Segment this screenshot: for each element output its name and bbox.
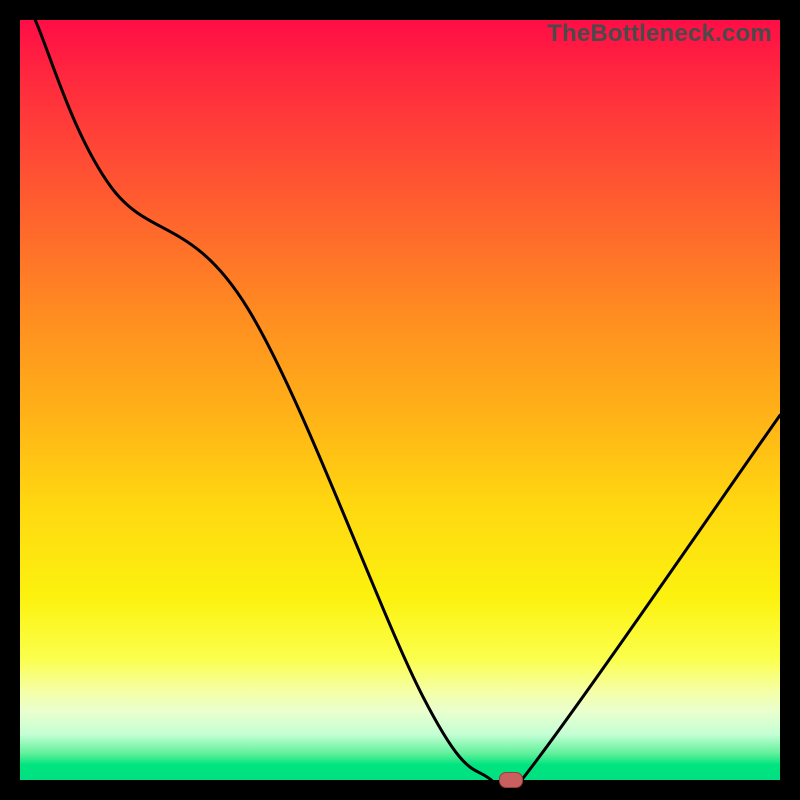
- chart-frame: TheBottleneck.com: [0, 0, 800, 800]
- bottleneck-curve: [20, 20, 780, 780]
- minimum-marker: [499, 772, 523, 788]
- plot-area: TheBottleneck.com: [20, 20, 780, 780]
